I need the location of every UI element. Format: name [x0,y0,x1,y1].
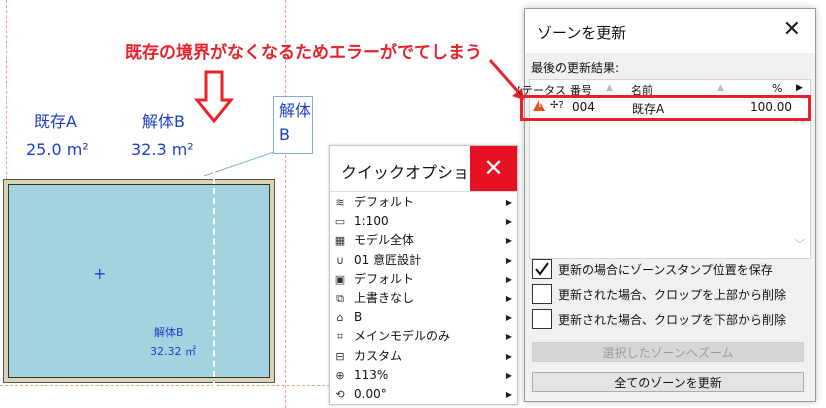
qo-item-structure[interactable]: ⌗ メインモデルのみ ▶ [330,327,517,346]
qo-item-rotate[interactable]: ⟲ 0.00° ▶ [330,385,517,404]
chevron-right-icon: ▶ [505,351,512,361]
display-icon: ▣ [334,272,346,286]
qo-item-display[interactable]: ▣ デフォルト ▶ [330,270,517,289]
sort-up-icon: ▲ [717,83,724,93]
qo-item-override[interactable]: ⧉ 上書きなし ▶ [330,289,517,308]
qo-item-dimension[interactable]: ⊟ カスタム ▶ [330,347,517,366]
chevron-right-icon: ▶ [505,293,512,303]
update-all-zones-button[interactable]: 全てのゾーンを更新 [532,372,804,392]
zone-polygon[interactable] [3,179,275,383]
chevron-right-icon: ▶ [505,389,512,399]
checkbox-unchecked[interactable] [532,309,552,329]
model-view-icon: ▦ [334,234,346,248]
sort-up-icon: ▲ [606,83,613,93]
callout-leader [203,151,275,177]
renovation-icon: ⌂ [336,311,344,325]
quick-options-title: クイックオプション [341,163,486,182]
boundary-dashed-line [213,127,215,387]
quick-options-palette: クイックオプション ✕ ≋ デフォルト ▶ ▭ 1:100 ▶ ▦ モデル全体 ▶ ∪ 01 … [329,145,518,405]
rotate-icon: ⟲ [335,387,345,401]
chevron-right-icon: ▶ [505,255,512,265]
zone-b-callout[interactable]: 解体 B [273,96,313,154]
checkmark-icon [535,262,549,276]
layers-icon: ≋ [335,196,345,209]
dialog-titlebar: ゾーンを更新 ✕ [525,9,815,53]
zone-a-name: 既存A [34,112,77,131]
down-arrow-icon [194,70,234,124]
zoom-to-selected-button[interactable]: 選択したゾーンへズーム [532,342,804,362]
dialog-title: ゾーンを更新 [537,24,627,42]
zone-b-name: 解体B [142,112,185,131]
error-annotation: 既存の境界がなくなるためエラーがでてしまう [125,43,482,63]
scroll-right-icon[interactable]: ▶ [796,83,803,93]
guide-line-bottom [0,385,330,386]
chevron-right-icon: ▶ [505,313,512,323]
last-result-label: 最後の更新結果: [531,61,620,75]
zone-inner-border [8,184,270,378]
col-percent[interactable]: % [772,82,782,95]
checkbox-checked[interactable] [532,259,552,279]
scale-icon: ▭ [334,215,346,229]
override-icon: ⧉ [336,291,344,305]
checkbox-unchecked[interactable] [532,284,552,304]
qo-item-zoom[interactable]: ⊕ 113% ▶ [330,366,517,385]
quick-options-close-button[interactable]: ✕ [470,146,517,191]
chevron-right-icon: ▶ [505,217,512,227]
zone-update-dialog: ゾーンを更新 ✕ 最後の更新結果: ステータス 番号 ▲ 名前 ▲ % ▶ ! … [518,8,816,402]
qo-item-scale[interactable]: ▭ 1:100 ▶ [330,212,517,231]
qo-item-pen-set[interactable]: ∪ 01 意匠設計 ▶ [330,251,517,270]
quick-options-header: クイックオプション ✕ [330,146,517,192]
pen-set-icon: ∪ [335,253,345,267]
zone-a-area: 25.0 m² [26,140,89,159]
zone-b-area: 32.3 m² [131,140,194,159]
chevron-right-icon: ▶ [505,198,512,207]
qo-item-model-view[interactable]: ▦ モデル全体 ▶ [330,231,517,250]
scroll-down-icon[interactable]: ﹀ [794,236,805,252]
chevron-right-icon: ▶ [505,274,512,284]
chevron-right-icon: ▶ [505,236,512,246]
chevron-right-icon: ▶ [505,370,512,380]
dimension-icon: ⊟ [335,349,345,363]
selected-row-highlight [520,95,811,121]
zone-stamp-area[interactable]: 32.32 ㎡ [150,343,196,359]
dialog-close-button[interactable]: ✕ [783,17,801,42]
chevron-right-icon: ▶ [505,332,512,342]
qo-item-layers[interactable]: ≋ デフォルト ▶ [330,193,517,212]
zone-origin-cross: + [93,264,107,283]
callout-line-1: 解体 [279,101,312,120]
quick-options-list: ≋ デフォルト ▶ ▭ 1:100 ▶ ▦ モデル全体 ▶ ∪ 01 意匠設計 ▶ ▣ デフォルト… [330,192,517,404]
zone-stamp-name[interactable]: 解体B [154,324,184,340]
callout-line-2: B [279,125,290,144]
structure-icon: ⌗ [336,330,344,344]
qo-item-renovation[interactable]: ⌂ B ▶ [330,308,517,327]
zoom-icon: ⊕ [335,368,345,382]
